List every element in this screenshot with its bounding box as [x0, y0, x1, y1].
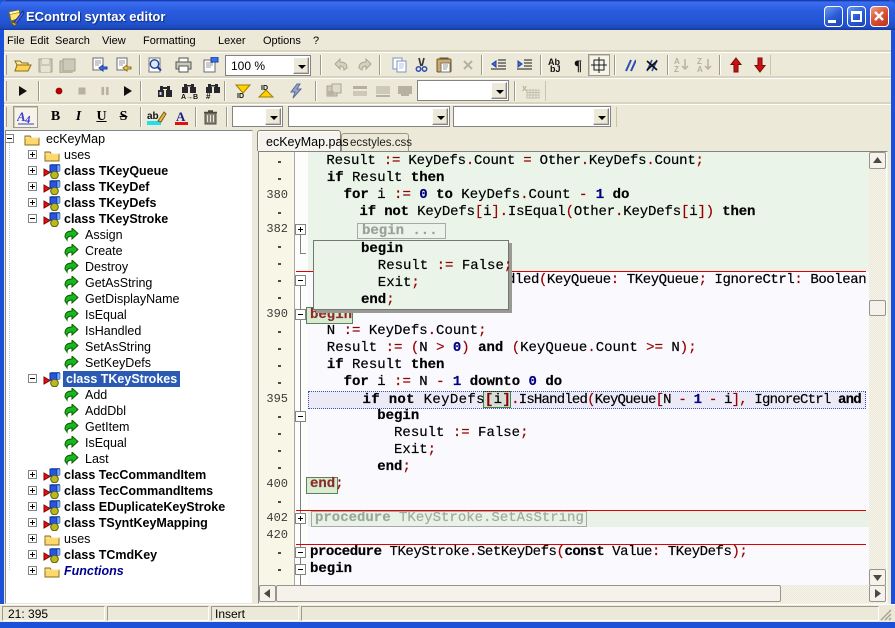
svg-text:ab: ab: [147, 111, 159, 122]
svg-text:4: 4: [24, 114, 31, 125]
svg-text:¶: ¶: [574, 58, 582, 73]
svg-text:A: A: [176, 109, 186, 124]
svg-text:bJ: bJ: [550, 64, 561, 73]
svg-text:x: x: [522, 83, 527, 93]
svg-text:ID: ID: [237, 93, 244, 99]
svg-text:A→B: A→B: [181, 94, 198, 99]
svg-text:#_: #_: [206, 92, 215, 99]
svg-text:Z: Z: [674, 65, 679, 73]
svg-text:A: A: [697, 65, 703, 73]
